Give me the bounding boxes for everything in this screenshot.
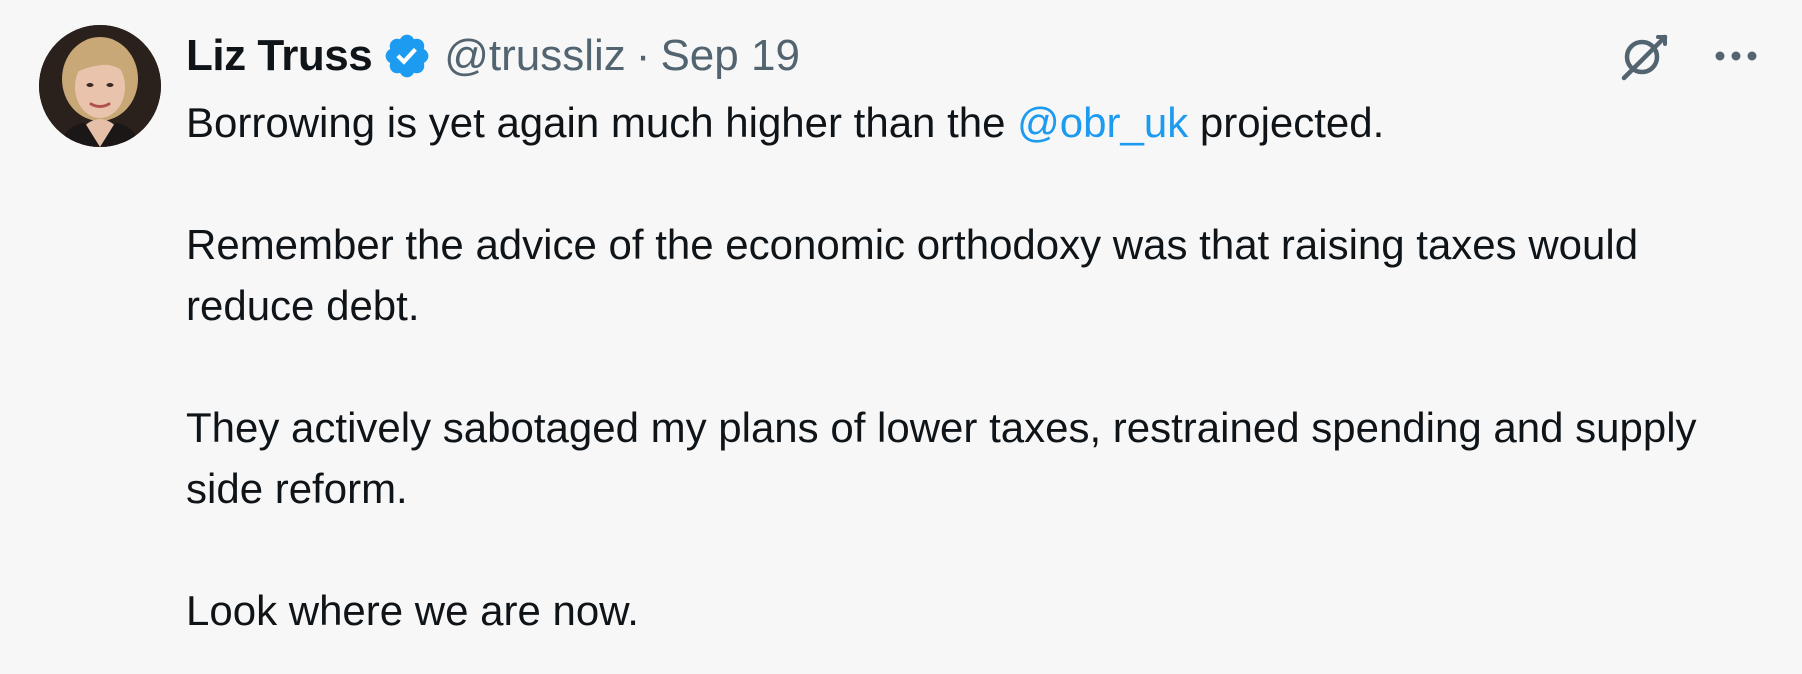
mention-link[interactable]: @obr_uk <box>1017 99 1188 146</box>
profile-photo-icon <box>39 25 161 147</box>
tweet-text: Borrowing is yet again much higher than … <box>186 92 1746 641</box>
grok-icon[interactable] <box>1616 28 1672 84</box>
tweet-paragraph-4: Look where we are now. <box>186 587 639 634</box>
tweet-paragraph-3: They actively sabotaged my plans of lowe… <box>186 404 1697 512</box>
tweet-paragraph-2: Remember the advice of the economic orth… <box>186 221 1639 329</box>
tweet-date[interactable]: Sep 19 <box>660 31 799 81</box>
tweet-text-segment: projected. <box>1188 99 1385 146</box>
author-name[interactable]: Liz Truss <box>186 31 373 81</box>
tweet-paragraph-1: Borrowing is yet again much higher than … <box>186 92 1746 153</box>
tweet-header: Liz Truss @trussliz · Sep 19 <box>186 28 800 84</box>
separator-dot: · <box>635 31 651 80</box>
author-handle[interactable]: @trussliz <box>444 31 626 81</box>
tweet-card[interactable]: Liz Truss @trussliz · Sep 19 Borrowing i… <box>0 0 1802 674</box>
tweet-top-actions <box>1616 28 1764 84</box>
avatar[interactable] <box>39 25 161 147</box>
verified-badge-icon[interactable] <box>382 31 432 81</box>
more-horizontal-icon[interactable] <box>1708 28 1764 84</box>
tweet-text-segment: Borrowing is yet again much higher than … <box>186 99 1018 146</box>
